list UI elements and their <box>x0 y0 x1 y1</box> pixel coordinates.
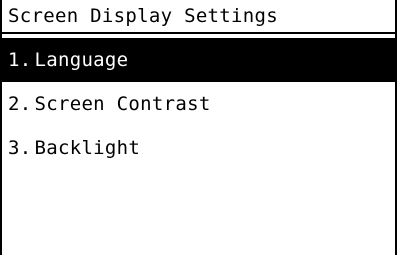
menu-item-number: 1. <box>8 49 32 71</box>
menu-item-number: 3. <box>8 137 32 159</box>
menu-item-screen-contrast[interactable]: 2. Screen Contrast <box>2 82 395 126</box>
menu-item-number: 2. <box>8 93 32 115</box>
menu-item-label: Language <box>34 49 129 71</box>
screen-title: Screen Display Settings <box>8 5 278 27</box>
menu-item-language[interactable]: 1. Language <box>2 38 395 82</box>
menu-item-label: Backlight <box>34 137 141 159</box>
lcd-screen: Screen Display Settings 1. Language 2. S… <box>0 0 397 255</box>
menu-item-backlight[interactable]: 3. Backlight <box>2 126 395 170</box>
title-divider <box>2 32 395 34</box>
menu-item-label: Screen Contrast <box>34 93 211 115</box>
settings-menu: 1. Language 2. Screen Contrast 3. Backli… <box>2 38 395 170</box>
